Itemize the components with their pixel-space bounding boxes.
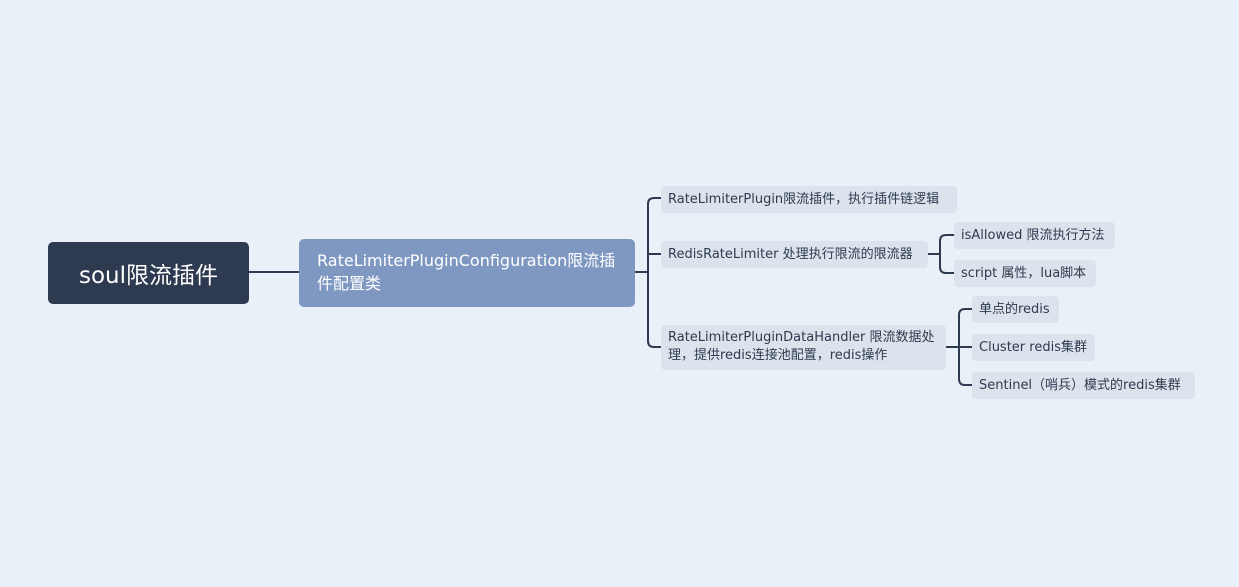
subtopic-is-allowed[interactable]: isAllowed 限流执行方法 <box>954 222 1115 249</box>
connector-main-handler <box>647 271 662 348</box>
subtopic-data-handler[interactable]: RateLimiterPluginDataHandler 限流数据处理，提供re… <box>661 325 946 370</box>
subtopic-label: Cluster redis集群 <box>979 340 1087 355</box>
subtopic-single-redis[interactable]: 单点的redis <box>972 296 1059 323</box>
connector-handler-sentinel <box>958 346 973 386</box>
root-topic-label: soul限流插件 <box>78 263 219 289</box>
connector-redis-allowed <box>927 234 955 255</box>
subtopic-label: RateLimiterPluginDataHandler 限流数据处理，提供re… <box>668 330 935 363</box>
root-topic[interactable]: soul限流插件 <box>48 242 249 304</box>
subtopic-label: 单点的redis <box>979 302 1050 317</box>
subtopic-label: Sentinel（哨兵）模式的redis集群 <box>979 378 1181 393</box>
subtopic-script[interactable]: script 属性，lua脚本 <box>954 260 1096 287</box>
main-topic-label: RateLimiterPluginConfiguration限流插件配置类 <box>317 251 616 293</box>
subtopic-rate-limiter-plugin[interactable]: RateLimiterPlugin限流插件，执行插件链逻辑 <box>661 186 957 213</box>
subtopic-cluster-redis[interactable]: Cluster redis集群 <box>972 334 1095 361</box>
connector-redis-script <box>939 253 955 274</box>
connector-handler-single <box>945 308 973 348</box>
subtopic-label: isAllowed 限流执行方法 <box>961 228 1105 243</box>
connector-main-plugin <box>634 197 662 273</box>
subtopic-redis-rate-limiter[interactable]: RedisRateLimiter 处理执行限流的限流器 <box>661 241 928 268</box>
subtopic-label: script 属性，lua脚本 <box>961 266 1087 281</box>
subtopic-label: RateLimiterPlugin限流插件，执行插件链逻辑 <box>668 192 940 207</box>
mindmap-canvas: soul限流插件 RateLimiterPluginConfiguration限… <box>0 0 1239 587</box>
subtopic-sentinel-redis[interactable]: Sentinel（哨兵）模式的redis集群 <box>972 372 1195 399</box>
subtopic-label: RedisRateLimiter 处理执行限流的限流器 <box>668 247 913 262</box>
main-topic[interactable]: RateLimiterPluginConfiguration限流插件配置类 <box>299 239 635 307</box>
